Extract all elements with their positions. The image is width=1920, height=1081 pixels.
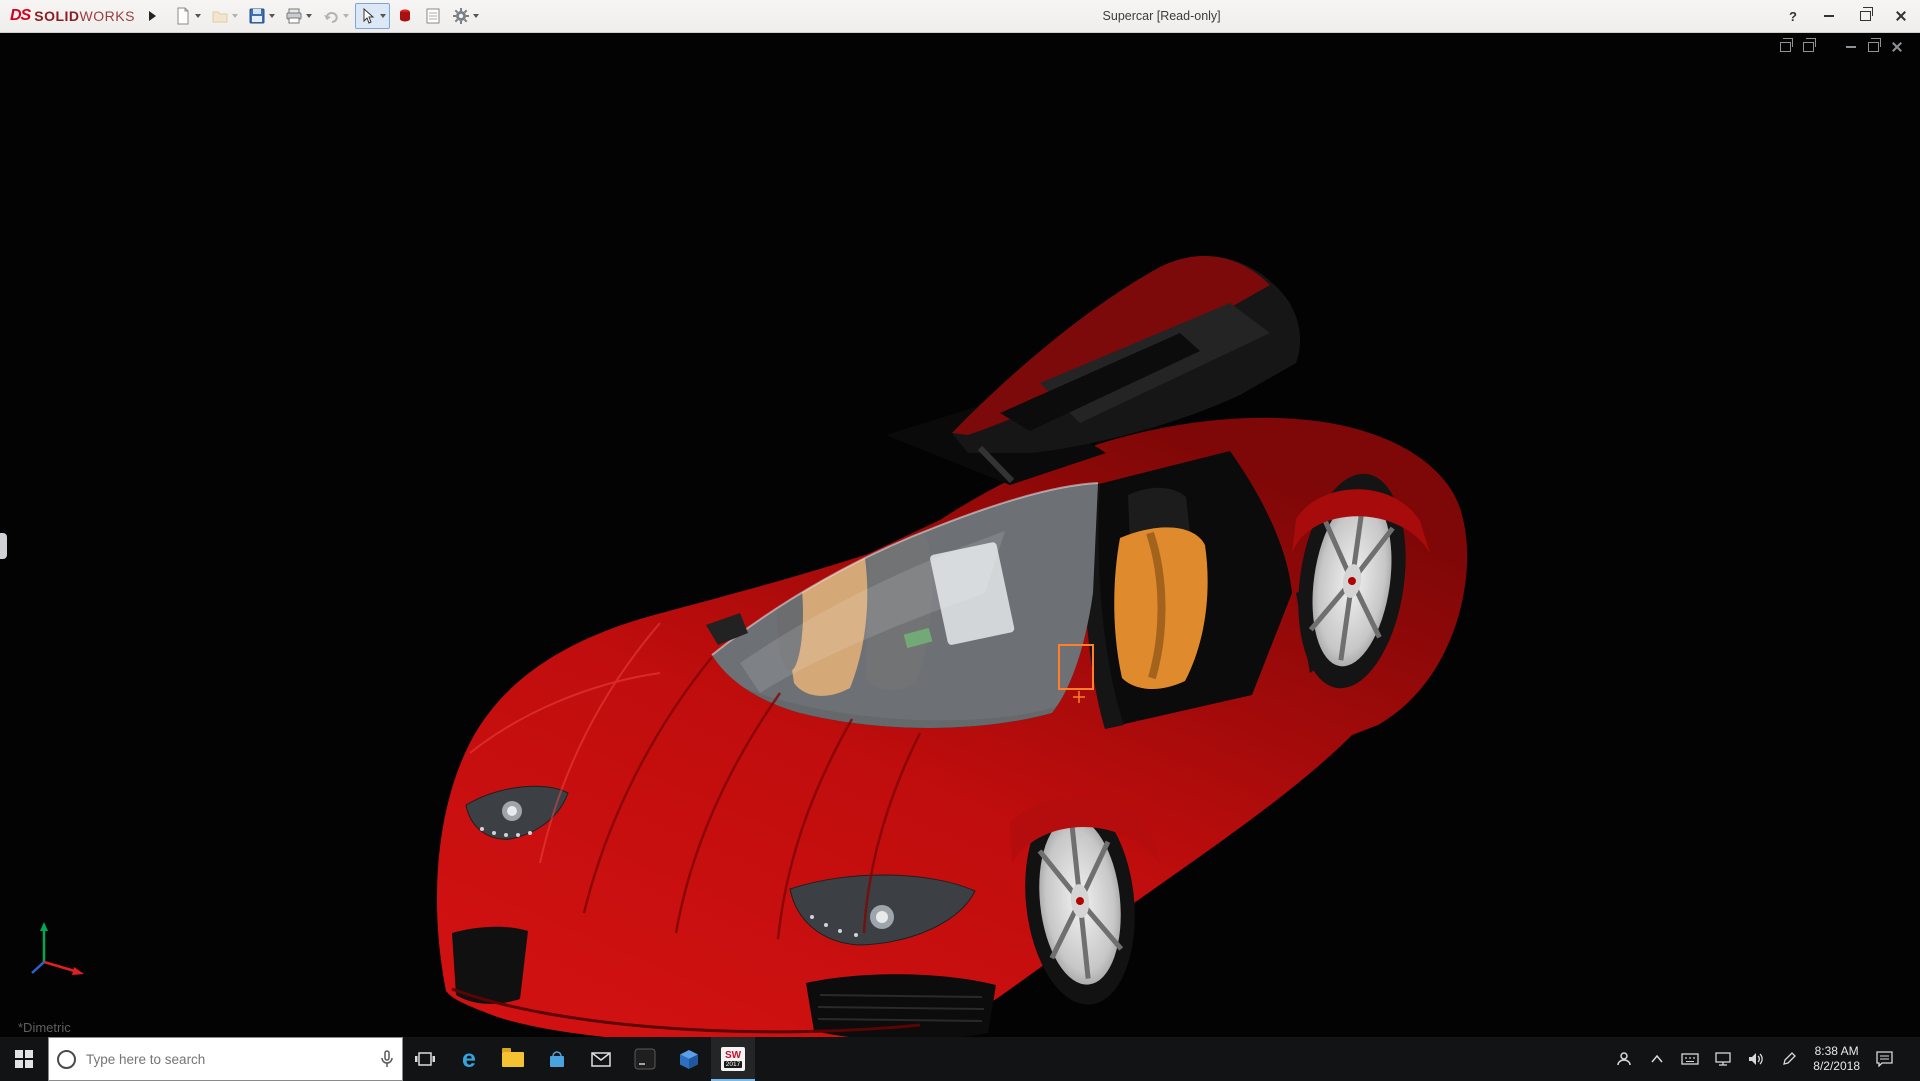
quick-access-toolbar bbox=[170, 3, 483, 29]
menu-flyout-arrow-icon[interactable] bbox=[149, 11, 156, 21]
window-icon[interactable] bbox=[1780, 42, 1791, 52]
solidworks-2017-icon: SW 2017 bbox=[721, 1047, 745, 1071]
keyboard-icon bbox=[1681, 1053, 1699, 1065]
ds-logo-icon: DS bbox=[10, 7, 30, 25]
store-button[interactable] bbox=[535, 1037, 579, 1081]
save-button[interactable] bbox=[244, 3, 279, 29]
dropdown-caret-icon[interactable] bbox=[306, 14, 312, 18]
print-button[interactable] bbox=[281, 3, 316, 29]
open-button[interactable] bbox=[207, 3, 242, 29]
minimize-icon bbox=[1824, 15, 1834, 17]
document-window-controls bbox=[1780, 41, 1902, 52]
network-icon bbox=[1715, 1052, 1731, 1066]
speaker-icon bbox=[1748, 1052, 1764, 1066]
system-tray: 8:38 AM 8/2/2018 bbox=[1615, 1037, 1920, 1081]
options-button[interactable] bbox=[448, 3, 483, 29]
triad-axes-icon bbox=[22, 916, 92, 980]
taskbar-clock[interactable]: 8:38 AM 8/2/2018 bbox=[1813, 1044, 1860, 1074]
dropdown-caret-icon[interactable] bbox=[343, 14, 349, 18]
person-icon bbox=[1616, 1051, 1632, 1067]
undo-button[interactable] bbox=[318, 3, 353, 29]
store-bag-icon bbox=[547, 1049, 567, 1069]
doc-close-icon[interactable] bbox=[1891, 41, 1902, 52]
xpress-tools-icon bbox=[396, 7, 414, 25]
clock-time: 8:38 AM bbox=[1815, 1044, 1859, 1059]
solidworks-xpress-button[interactable] bbox=[392, 3, 418, 29]
dropdown-caret-icon[interactable] bbox=[269, 14, 275, 18]
volume-button[interactable] bbox=[1747, 1050, 1765, 1068]
select-cursor-icon bbox=[359, 7, 377, 25]
dropdown-caret-icon[interactable] bbox=[195, 14, 201, 18]
task-view-icon bbox=[414, 1051, 436, 1067]
microphone-icon[interactable] bbox=[380, 1050, 394, 1068]
maximize-button[interactable] bbox=[1852, 4, 1878, 28]
file-explorer-button[interactable] bbox=[491, 1037, 535, 1081]
doc-restore-icon[interactable] bbox=[1868, 42, 1879, 52]
edge-button[interactable]: e bbox=[447, 1037, 491, 1081]
pen-settings-button[interactable] bbox=[1780, 1050, 1798, 1068]
taskbar-apps: e SW 2017 bbox=[403, 1037, 755, 1081]
pen-icon bbox=[1782, 1052, 1796, 1066]
solidworks-logo: DS SOLIDWORKS bbox=[0, 7, 143, 25]
action-center-icon bbox=[1876, 1051, 1893, 1067]
console-window-icon bbox=[634, 1048, 656, 1070]
dropdown-caret-icon[interactable] bbox=[380, 14, 386, 18]
network-button[interactable] bbox=[1714, 1050, 1732, 1068]
mail-button[interactable] bbox=[579, 1037, 623, 1081]
minimize-button[interactable] bbox=[1816, 4, 1842, 28]
gear-icon bbox=[452, 7, 470, 25]
select-tool-button[interactable] bbox=[355, 3, 390, 29]
dropdown-caret-icon[interactable] bbox=[473, 14, 479, 18]
undo-icon bbox=[322, 7, 340, 25]
solidworks-app-button[interactable]: SW 2017 bbox=[711, 1037, 755, 1081]
open-folder-icon bbox=[211, 7, 229, 25]
view-orientation-label: *Dimetric bbox=[18, 1020, 71, 1035]
cortana-circle-icon bbox=[57, 1050, 76, 1069]
document-title: Supercar [Read-only] bbox=[1103, 0, 1221, 32]
edrawings-button[interactable] bbox=[667, 1037, 711, 1081]
task-view-button[interactable] bbox=[403, 1037, 447, 1081]
folder-icon bbox=[502, 1052, 524, 1067]
save-icon bbox=[248, 7, 266, 25]
action-center-button[interactable] bbox=[1875, 1050, 1893, 1068]
feature-manager-collapsed-tab[interactable] bbox=[0, 533, 7, 559]
edge-icon: e bbox=[462, 1047, 476, 1071]
graphics-viewport[interactable]: *Dimetric bbox=[0, 33, 1920, 1037]
taskbar-search[interactable] bbox=[48, 1037, 403, 1081]
start-button[interactable] bbox=[0, 1037, 48, 1081]
touch-keyboard-button[interactable] bbox=[1681, 1050, 1699, 1068]
sheet-format-icon bbox=[424, 7, 442, 25]
titlebar: DS SOLIDWORKS bbox=[0, 0, 1920, 33]
sheet-format-button[interactable] bbox=[420, 3, 446, 29]
orientation-triad bbox=[22, 916, 92, 985]
blue-cube-icon bbox=[678, 1048, 700, 1070]
envelope-icon bbox=[591, 1052, 611, 1067]
taskbar: e SW 2017 bbox=[0, 1037, 1920, 1081]
help-button[interactable]: ? bbox=[1780, 4, 1806, 28]
chevron-up-icon bbox=[1651, 1055, 1663, 1063]
car-3d-render bbox=[0, 33, 1920, 1037]
dropdown-caret-icon[interactable] bbox=[232, 14, 238, 18]
screen: DS SOLIDWORKS bbox=[0, 0, 1920, 1080]
console-app-button[interactable] bbox=[623, 1037, 667, 1081]
new-document-button[interactable] bbox=[170, 3, 205, 29]
close-icon bbox=[1895, 10, 1907, 22]
doc-minimize-icon[interactable] bbox=[1846, 46, 1856, 48]
hidden-icons-button[interactable] bbox=[1648, 1050, 1666, 1068]
people-button[interactable] bbox=[1615, 1050, 1633, 1068]
windows-logo-icon bbox=[15, 1050, 33, 1068]
window-controls: ? bbox=[1780, 0, 1914, 32]
window-icon[interactable] bbox=[1803, 42, 1814, 52]
close-button[interactable] bbox=[1888, 4, 1914, 28]
new-document-icon bbox=[174, 7, 192, 25]
restore-icon bbox=[1860, 11, 1871, 21]
clock-date: 8/2/2018 bbox=[1813, 1059, 1860, 1074]
print-icon bbox=[285, 7, 303, 25]
search-input[interactable] bbox=[84, 1051, 372, 1068]
brand-wordmark: SOLIDWORKS bbox=[34, 8, 135, 24]
